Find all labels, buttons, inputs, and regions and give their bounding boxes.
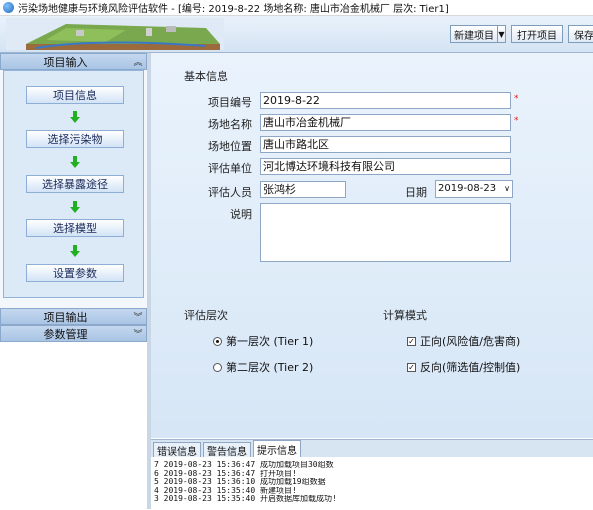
log-line: 7 2019-08-23 15:36:47 成功加载项目30组数 [154,461,334,469]
step-select-model[interactable]: 选择模型 [26,219,124,237]
left-pane-empty [0,342,147,509]
collapse-up-icon[interactable]: ︽ [130,55,146,68]
step-set-params-label: 设置参数 [53,267,97,280]
log-line: 3 2019-08-23 15:35:40 开启数据库加载成功! [154,495,337,503]
section-project-input[interactable]: 项目输入 ︽ [0,53,147,70]
section-project-output[interactable]: 项目输出 ︾ [0,308,147,325]
arrow-down-icon [70,111,80,123]
tab-errors[interactable]: 错误信息 [153,442,201,458]
step-select-exposure-label: 选择暴露途径 [42,178,108,191]
checkbox-checked-icon[interactable]: ✓ [407,362,416,372]
step-project-info-label: 项目信息 [53,89,97,102]
landscape-logo [6,18,224,50]
log-line: 5 2019-08-23 15:36:10 成功加载19组数据 [154,478,326,486]
step-project-info[interactable]: 项目信息 [26,86,124,104]
message-log: 7 2019-08-23 15:36:47 成功加载项目30组数 6 2019-… [154,461,590,504]
date-label: 日期 [405,186,427,199]
radio-selected-icon[interactable] [213,336,222,346]
section-param-manage-label: 参数管理 [43,327,88,341]
open-project-button[interactable]: 打开项目 [511,25,563,43]
new-project-label: 新建项目 [454,30,494,42]
section-project-output-label: 项目输出 [43,310,88,324]
site-location-label: 场地位置 [208,140,252,153]
step-select-model-label: 选择模型 [53,222,97,235]
site-location-input[interactable]: 唐山市路北区 [260,136,511,153]
evaluator-label: 评估人员 [208,186,252,199]
window-title: 污染场地健康与环境风险评估软件 - [编号: 2019-8-22 场地名称: 唐… [18,4,449,15]
step-set-params[interactable]: 设置参数 [26,264,124,282]
log-line: 6 2019-08-23 15:36:47 打开项目! [154,469,297,478]
save-button[interactable]: 保存 [568,25,593,43]
tab-info[interactable]: 提示信息 [253,440,301,457]
tier2-radio[interactable]: 第二层次 (Tier 2) [213,359,313,375]
site-name-label: 场地名称 [208,118,252,131]
message-tabs: 错误信息 警告信息 提示信息 [151,440,593,458]
forward-checkbox[interactable]: ✓ 正向(风险值/危害商) [407,333,520,349]
tier2-label: 第二层次 (Tier 2) [226,361,314,374]
section-param-manage[interactable]: 参数管理 ︾ [0,325,147,342]
eval-level-title: 评估层次 [184,309,228,322]
arrow-down-icon [70,201,80,213]
step-select-pollutant-label: 选择污染物 [47,133,103,146]
notes-label: 说明 [230,208,252,221]
workflow-panel: 项目信息 选择污染物 选择暴露途径 选择模型 设置参数 [3,70,144,298]
site-name-input[interactable]: 唐山市冶金机械厂 [260,114,511,131]
save-label: 保存 [574,30,593,42]
step-select-exposure[interactable]: 选择暴露途径 [26,175,124,193]
new-project-button[interactable]: 新建项目 ▼ [450,25,506,43]
project-info-form: 基本信息 项目编号 2019-8-22 * 场地名称 唐山市冶金机械厂 * 场地… [151,53,593,438]
date-value: 2019-08-23 [438,183,497,194]
checkbox-checked-icon[interactable]: ✓ [407,336,416,346]
eval-unit-input[interactable]: 河北博达环境科技有限公司 [260,158,511,175]
radio-unselected-icon[interactable] [213,362,222,372]
evaluator-input[interactable]: 张鸿杉 [260,181,346,198]
arrow-down-icon [70,245,80,257]
open-project-label: 打开项目 [517,30,557,42]
group-basic-title: 基本信息 [184,70,228,83]
chevron-down-icon[interactable]: ∨ [504,181,510,197]
expand-down-icon[interactable]: ︾ [130,310,146,323]
message-pane: 错误信息 警告信息 提示信息 7 2019-08-23 15:36:47 成功加… [151,439,593,510]
step-select-pollutant[interactable]: 选择污染物 [26,130,124,148]
forward-label: 正向(风险值/危害商) [420,335,521,348]
required-mark: * [514,116,519,126]
date-picker[interactable]: 2019-08-23 ∨ [435,180,513,198]
project-id-label: 项目编号 [208,96,252,109]
notes-textarea[interactable] [260,203,511,262]
left-nav-pane: 项目输入 ︽ 项目信息 选择污染物 选择暴露途径 选择模型 设置参数 项目输出 … [0,53,147,509]
title-bar: 污染场地健康与环境风险评估软件 - [编号: 2019-8-22 场地名称: 唐… [0,0,593,16]
section-project-input-label: 项目输入 [43,55,88,69]
reverse-checkbox[interactable]: ✓ 反向(筛选值/控制值) [407,359,520,375]
arrow-down-icon [70,156,80,168]
required-mark: * [514,94,519,104]
tier1-label: 第一层次 (Tier 1) [226,335,314,348]
chevron-down-icon[interactable]: ▼ [497,26,505,42]
reverse-label: 反向(筛选值/控制值) [420,361,521,374]
calc-mode-title: 计算模式 [383,309,427,322]
toolbar: 新建项目 ▼ 打开项目 保存 [0,16,593,53]
eval-unit-label: 评估单位 [208,162,252,175]
project-id-input[interactable]: 2019-8-22 [260,92,511,109]
tier1-radio[interactable]: 第一层次 (Tier 1) [213,333,313,349]
expand-down-icon[interactable]: ︾ [130,327,146,340]
app-icon [3,2,14,13]
tab-warnings[interactable]: 警告信息 [203,442,251,458]
log-line: 4 2019-08-23 15:35:40 新建项目! [154,486,297,495]
